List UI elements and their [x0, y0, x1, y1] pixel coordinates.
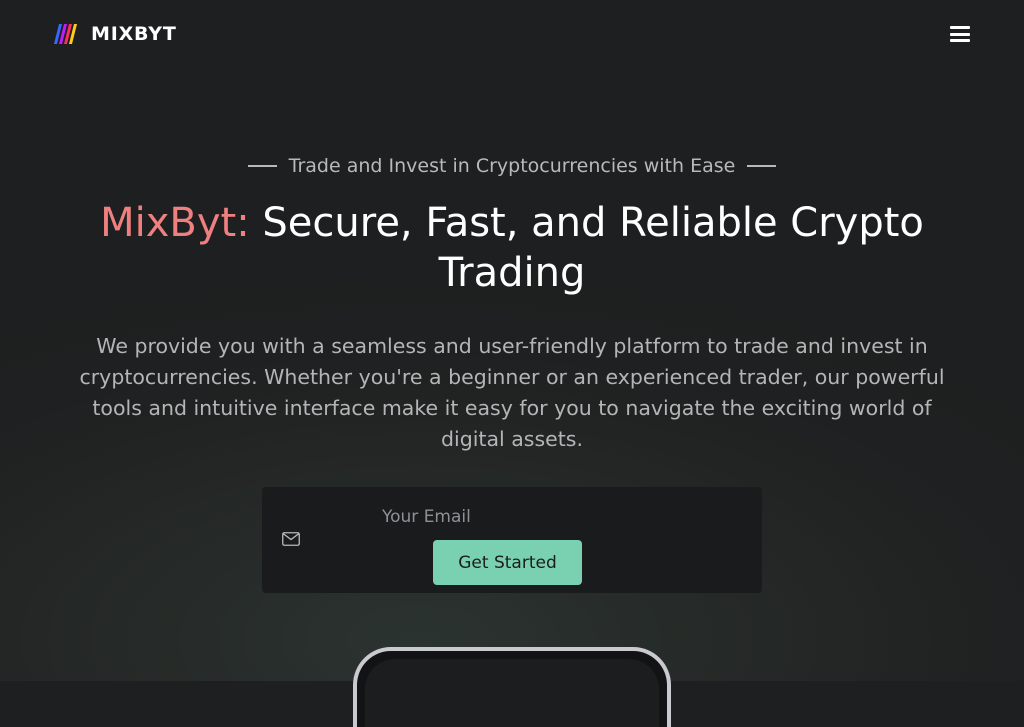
brand-name: MIXBYT [91, 23, 177, 45]
kicker-text: Trade and Invest in Cryptocurrencies wit… [288, 155, 736, 177]
hero-description: We provide you with a seamless and user-… [79, 334, 945, 451]
hero-kicker: Trade and Invest in Cryptocurrencies wit… [0, 155, 1024, 177]
envelope-icon [282, 532, 300, 546]
mixbyt-logo-icon [54, 24, 77, 44]
logo[interactable]: MIXBYT [53, 22, 177, 46]
hero-headline: MixByt: Secure, Fast, and Reliable Crypt… [72, 198, 952, 298]
phone-mockup [353, 647, 671, 727]
kicker-line-left [247, 165, 277, 167]
headline-text: Secure, Fast, and Reliable Crypto Tradin… [249, 200, 924, 296]
headline-brand: MixByt: [100, 200, 250, 246]
signup-form: Get Started [262, 487, 762, 593]
get-started-button[interactable]: Get Started [433, 540, 582, 585]
hamburger-menu-icon[interactable] [950, 26, 970, 44]
phone-screen [365, 659, 659, 727]
site-header: MIXBYT [0, 0, 1024, 70]
menu-bar [950, 39, 970, 42]
menu-bar [950, 26, 970, 29]
menu-bar [950, 32, 970, 36]
kicker-line-right [747, 165, 777, 167]
email-input[interactable] [372, 503, 612, 531]
